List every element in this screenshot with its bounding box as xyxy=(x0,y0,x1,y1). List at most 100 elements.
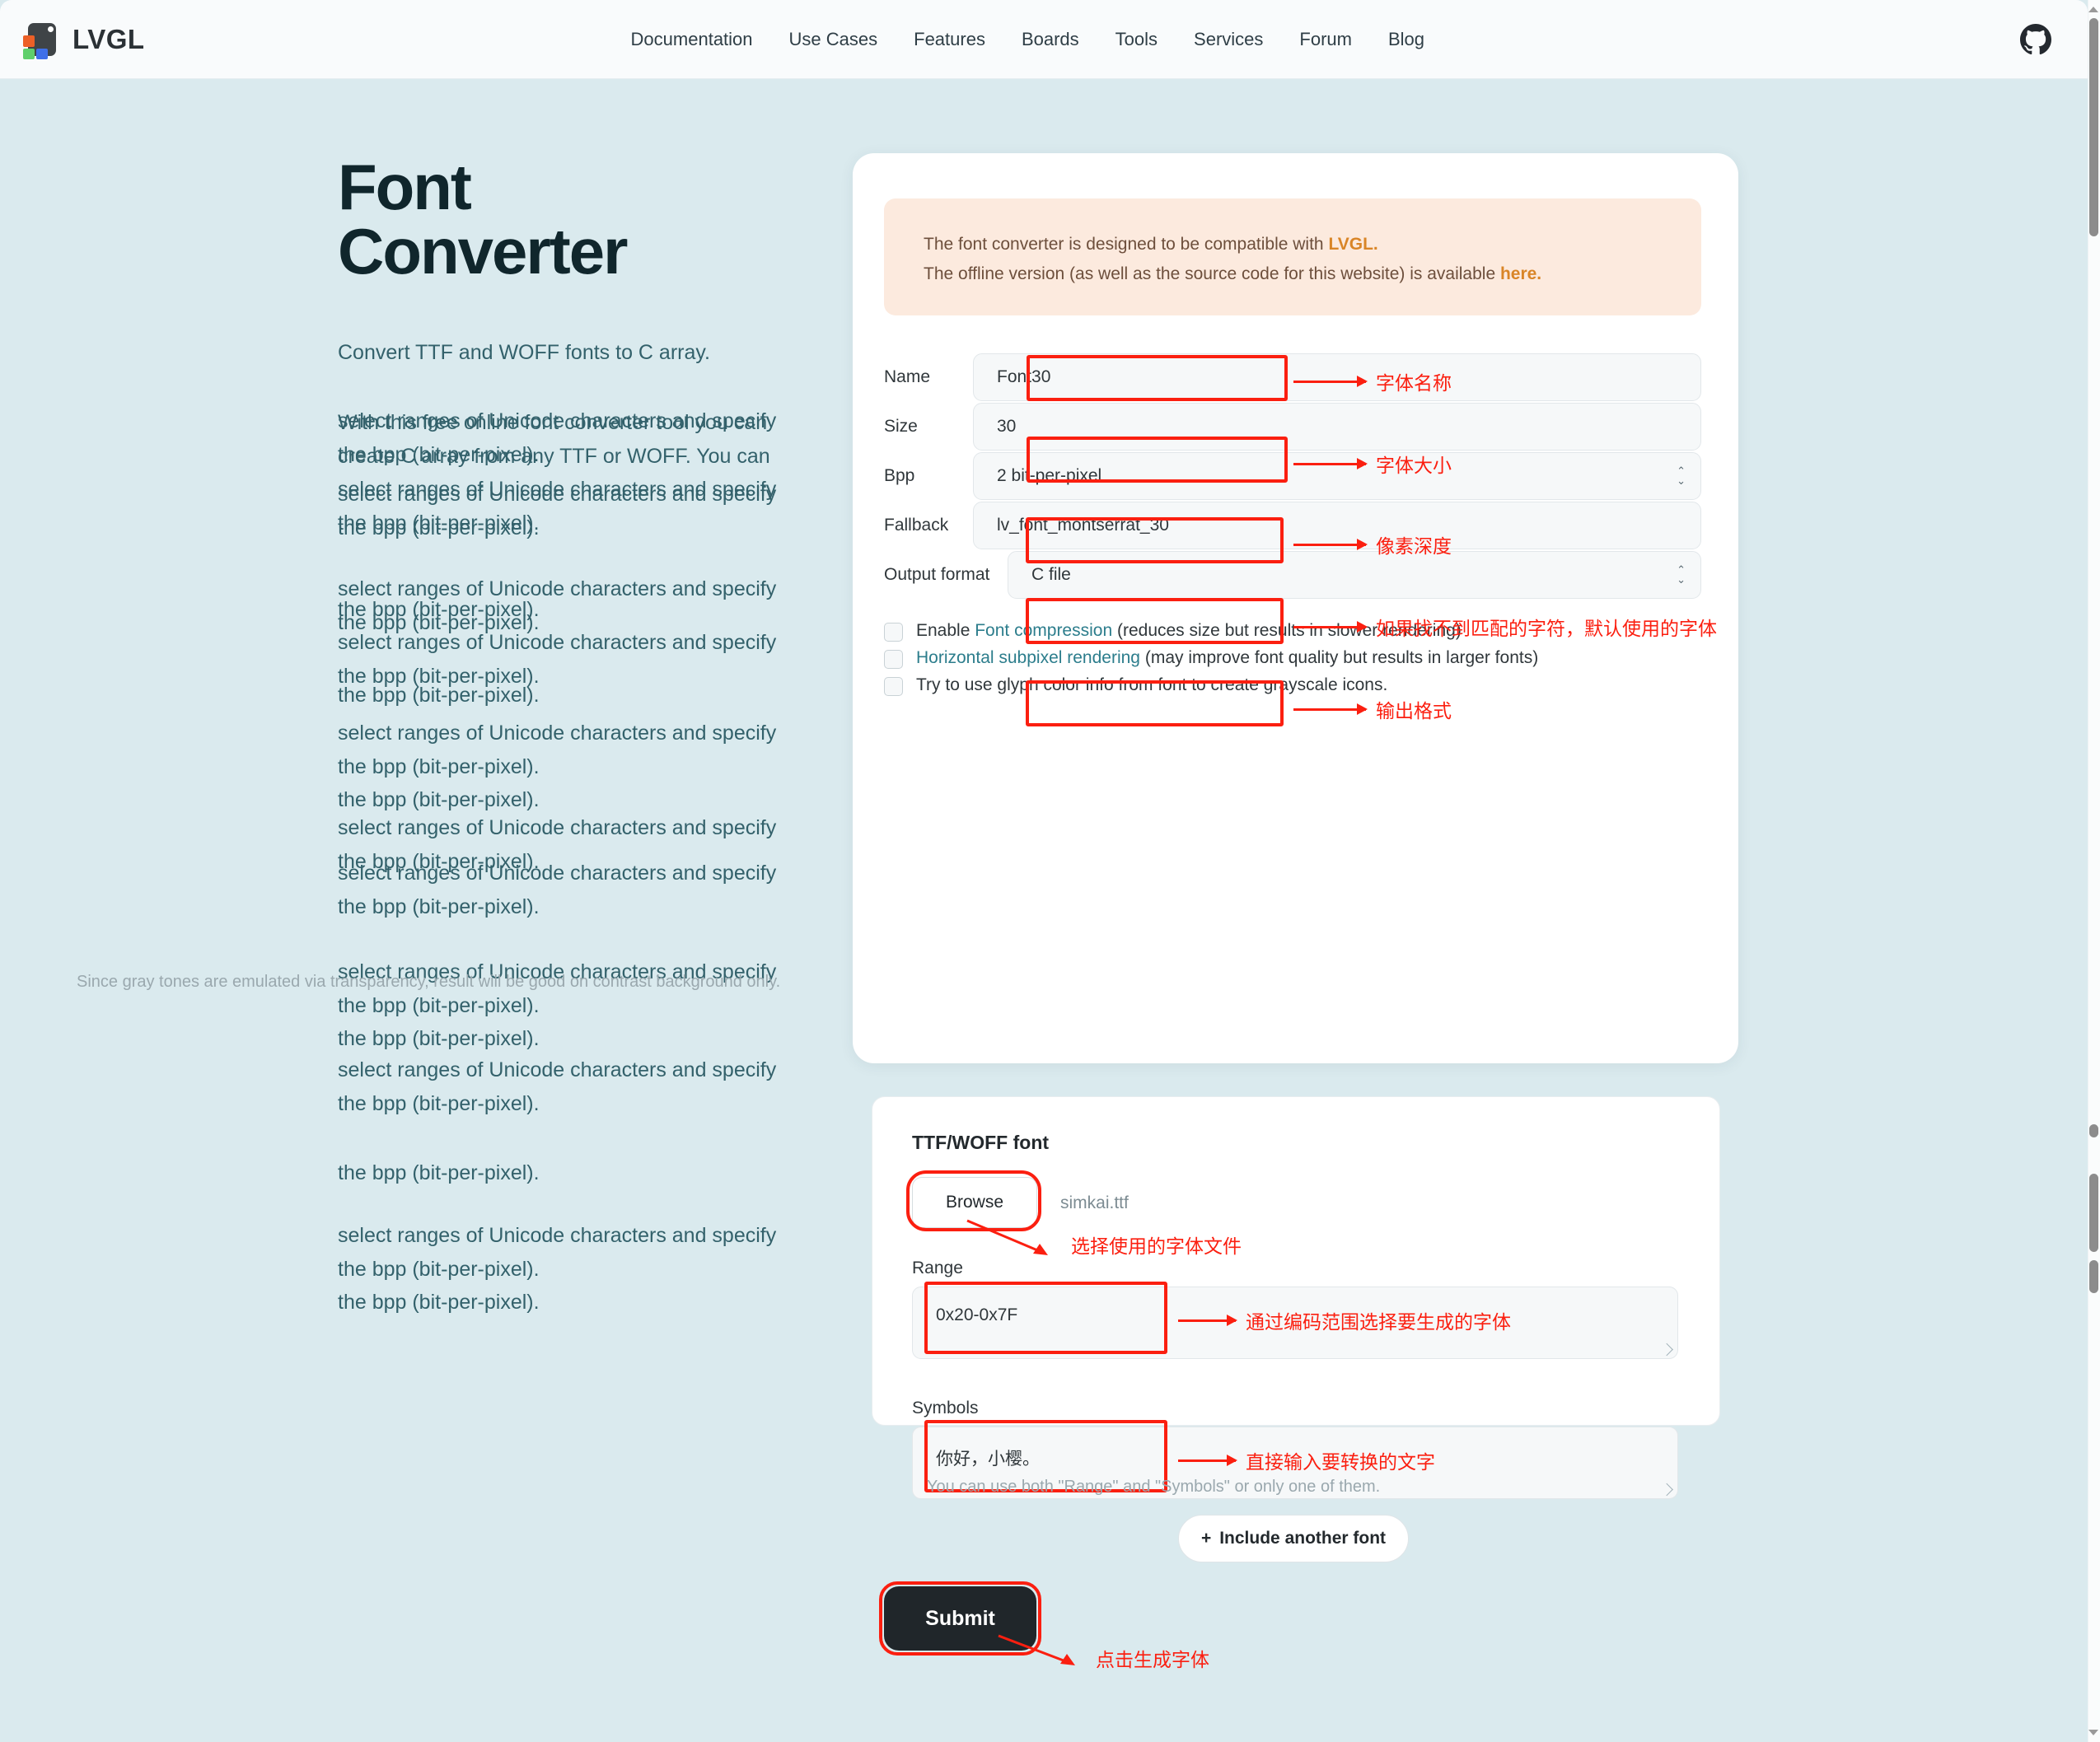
page-title-line2: Converter xyxy=(338,215,628,287)
output-format-annotation-text: 输出格式 xyxy=(1376,701,1452,722)
nav-item-features[interactable]: Features xyxy=(914,29,985,50)
font-compression-checkbox[interactable] xyxy=(884,623,903,642)
browse-annotation-text: 选择使用的字体文件 xyxy=(1071,1236,1242,1258)
arrow-icon xyxy=(1293,543,1366,546)
size-annotation: 字体大小 xyxy=(1293,450,1452,478)
inner-scrollbar-thumb-c[interactable] xyxy=(2089,1260,2098,1293)
arrow-icon xyxy=(1178,1459,1236,1462)
cb1-pre: Enable xyxy=(916,621,975,640)
ghost-line: the bpp (bit-per-pixel). xyxy=(338,1291,540,1314)
nav-item-tools[interactable]: Tools xyxy=(1115,29,1158,50)
checkbox-row-glyph-color: Try to use glyph color info from font to… xyxy=(884,675,1708,696)
field-row-output-format: Output format C file xyxy=(884,551,1701,599)
symbols-annotation-text: 直接输入要转换的文字 xyxy=(1246,1452,1435,1473)
name-annotation-text: 字体名称 xyxy=(1376,373,1452,395)
glyph-color-label: Try to use glyph color info from font to… xyxy=(916,675,1388,694)
ghost-line: the bpp (bit-per-pixel). xyxy=(338,894,540,918)
inner-scrollbar-thumb-b[interactable] xyxy=(2089,1174,2098,1252)
ghost-line: the bpp (bit-per-pixel). xyxy=(338,598,540,621)
notice-line2-text: The offline version (as well as the sour… xyxy=(924,264,1500,284)
size-annotation-text: 字体大小 xyxy=(1376,455,1452,477)
ghost-line: select ranges of Unicode characters and … xyxy=(338,722,777,745)
notice-line-1: The font converter is designed to be com… xyxy=(924,230,1701,259)
nav-item-forum[interactable]: Forum xyxy=(1299,29,1352,50)
range-annotation-text: 通过编码范围选择要生成的字体 xyxy=(1246,1312,1511,1333)
ghost-line: the bpp (bit-per-pixel). xyxy=(338,993,540,1017)
nav-item-blog[interactable]: Blog xyxy=(1388,29,1424,50)
fallback-annotation: 如果找不到匹配的字符，默认使用的字体 xyxy=(1293,613,1717,641)
page-body: Font Converter Convert TTF and WOFF font… xyxy=(0,79,2088,1742)
lvgl-logo-icon xyxy=(23,21,61,59)
notice-line-2: The offline version (as well as the sour… xyxy=(924,259,1701,289)
arrow-icon xyxy=(1293,462,1366,465)
scrollbar-thumb[interactable] xyxy=(2089,18,2098,236)
glyph-color-checkbox[interactable] xyxy=(884,677,903,696)
arrow-icon xyxy=(1293,380,1366,383)
checkbox-row-subpixel: Horizontal subpixel rendering (may impro… xyxy=(884,648,1708,669)
browse-annotation: 选择使用的字体文件 xyxy=(966,1219,1242,1259)
subpixel-link[interactable]: Horizontal subpixel rendering xyxy=(916,648,1140,667)
github-icon[interactable] xyxy=(2020,23,2051,55)
ghost-text-9: select ranges of Unicode characters and … xyxy=(338,857,799,923)
here-link[interactable]: here. xyxy=(1500,264,1541,283)
nav-item-use-cases[interactable]: Use Cases xyxy=(789,29,878,50)
ghost-line: the bpp (bit-per-pixel). xyxy=(338,442,540,466)
subpixel-rendering-label: Horizontal subpixel rendering (may impro… xyxy=(916,648,1538,668)
nav-item-boards[interactable]: Boards xyxy=(1022,29,1079,50)
ghost-line: select ranges of Unicode characters and … xyxy=(338,1058,777,1081)
brand-name: LVGL xyxy=(72,23,145,54)
font-converter-card: The font converter is designed to be com… xyxy=(853,153,1738,1063)
plus-icon: + xyxy=(1200,1529,1212,1548)
size-label: Size xyxy=(884,417,918,436)
inner-scrollbar-thumb-a[interactable] xyxy=(2089,1124,2098,1137)
ghost-text-2: select ranges of Unicode characters and … xyxy=(338,478,799,544)
scroll-down-arrow-icon[interactable] xyxy=(2088,1730,2098,1735)
vertical-scrollbar[interactable] xyxy=(2088,0,2100,1742)
subpixel-rendering-checkbox[interactable] xyxy=(884,650,903,669)
bpp-annotation-text: 像素深度 xyxy=(1376,536,1452,558)
ghost-line: the bpp (bit-per-pixel). xyxy=(338,1257,540,1281)
font-panel-title: TTF/WOFF font xyxy=(912,1132,1050,1153)
compatibility-notice: The font converter is designed to be com… xyxy=(884,198,1701,315)
nav-item-documentation[interactable]: Documentation xyxy=(631,29,753,50)
lvgl-link[interactable]: LVGL. xyxy=(1328,235,1377,254)
submit-annotation: 点击生成字体 xyxy=(998,1634,1209,1672)
scroll-up-arrow-icon[interactable] xyxy=(2088,7,2098,12)
field-row-fallback: Fallback lv_font_montserrat_30 xyxy=(884,502,1701,549)
ghost-text-1: select ranges of Unicode characters and … xyxy=(338,404,799,471)
bpp-label: Bpp xyxy=(884,466,915,485)
selected-file-name: simkai.ttf xyxy=(1060,1193,1129,1212)
arrow-icon xyxy=(1178,1319,1236,1322)
arrow-icon xyxy=(1293,625,1366,628)
ghost-text-12: the bpp (bit-per-pixel). xyxy=(338,1156,799,1190)
include-another-font-label: Include another font xyxy=(1219,1529,1387,1548)
arrow-icon xyxy=(1293,708,1366,711)
output-format-annotation: 输出格式 xyxy=(1293,695,1452,723)
range-symbols-help: You can use both "Range" and "Symbols" o… xyxy=(927,1478,1381,1496)
brand-logo[interactable]: LVGL xyxy=(23,21,145,59)
ghost-line: select ranges of Unicode characters and … xyxy=(338,862,777,885)
range-annotation: 通过编码范围选择要生成的字体 xyxy=(1178,1306,1511,1334)
ghost-line: the bpp (bit-per-pixel). xyxy=(338,1161,540,1184)
ghost-text-10: select ranges of Unicode characters and … xyxy=(338,955,799,1056)
include-another-font-button[interactable]: + Include another font xyxy=(1178,1515,1409,1562)
page-subtitle: Convert TTF and WOFF fonts to C array. xyxy=(338,341,710,364)
font-compression-link[interactable]: Font compression xyxy=(975,621,1112,640)
nav-item-services[interactable]: Services xyxy=(1194,29,1263,50)
size-input[interactable]: 30 xyxy=(973,403,1701,451)
notice-line1-text: The font converter is designed to be com… xyxy=(924,235,1329,254)
ghost-text-6: the bpp (bit-per-pixel). xyxy=(338,679,799,712)
ghost-text-11: select ranges of Unicode characters and … xyxy=(338,1053,799,1120)
name-label: Name xyxy=(884,367,931,386)
ghost-line: the bpp (bit-per-pixel). xyxy=(338,516,540,539)
ghost-line: select ranges of Unicode characters and … xyxy=(338,409,777,432)
ghost-line: select ranges of Unicode characters and … xyxy=(338,816,777,839)
ghost-line: select ranges of Unicode characters and … xyxy=(338,1224,777,1247)
fallback-label: Fallback xyxy=(884,516,949,535)
range-label: Range xyxy=(912,1259,963,1277)
fallback-annotation-text: 如果找不到匹配的字符，默认使用的字体 xyxy=(1376,619,1717,640)
ghost-line: select ranges of Unicode characters and … xyxy=(338,631,777,654)
top-navbar: LVGL Documentation Use Cases Features Bo… xyxy=(0,0,2088,79)
ghost-text-4: the bpp (bit-per-pixel). xyxy=(338,593,799,627)
field-row-bpp: Bpp 2 bit-per-pixel xyxy=(884,452,1701,500)
